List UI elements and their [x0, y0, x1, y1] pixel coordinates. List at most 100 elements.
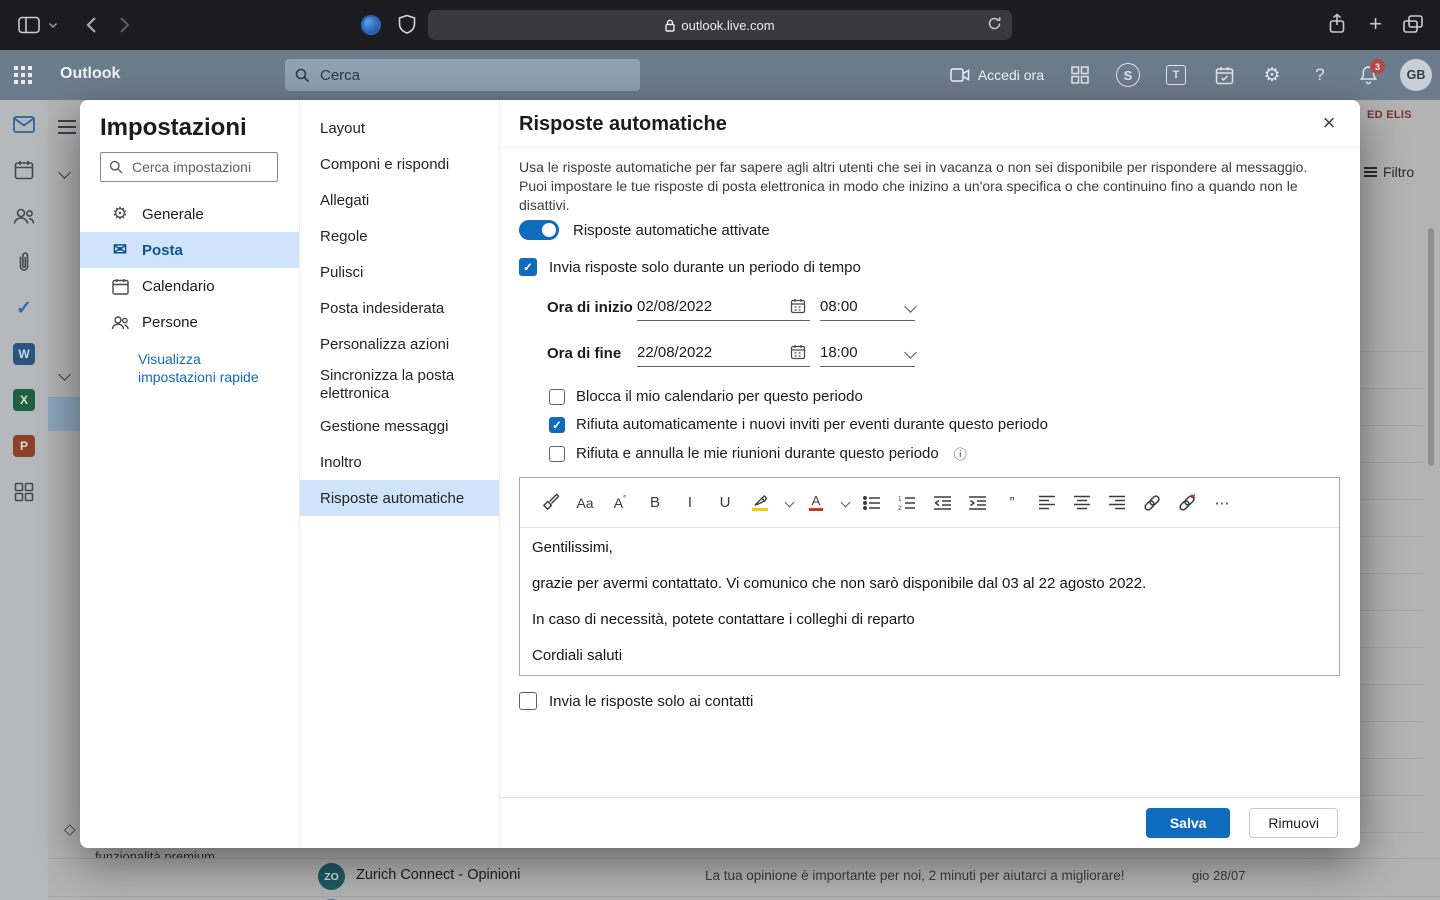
share-icon[interactable]	[1328, 13, 1346, 35]
teams-icon[interactable]: T	[1152, 50, 1200, 100]
powerpoint-icon[interactable]: P	[12, 434, 36, 458]
calendar-check-icon[interactable]	[1200, 50, 1248, 100]
start-date-field[interactable]: 02/08/2022	[637, 292, 810, 321]
section-gestione[interactable]: Gestione messaggi	[300, 408, 499, 444]
sidebar-toggle-icon[interactable]	[18, 16, 40, 34]
font-size-icon[interactable]: A°	[608, 490, 632, 516]
folder-expand-icon-2[interactable]	[58, 368, 71, 381]
cancel-meetings-checkbox[interactable]	[549, 446, 565, 462]
global-search[interactable]	[285, 59, 640, 91]
editor-body[interactable]: Gentilissimi, grazie per avermi contatta…	[520, 528, 1339, 664]
highlight-icon[interactable]	[748, 490, 772, 516]
calendar-icon[interactable]	[12, 158, 36, 182]
highlight-dropdown-icon[interactable]	[783, 490, 795, 516]
align-right-icon[interactable]	[1105, 490, 1129, 516]
url-bar[interactable]: outlook.live.com	[428, 10, 1012, 40]
new-tab-icon[interactable]: +	[1369, 13, 1382, 35]
section-sincronizza[interactable]: Sincronizza la posta elettronica	[300, 362, 499, 408]
app-launcher-icon[interactable]	[14, 66, 32, 84]
help-icon[interactable]: ?	[1296, 50, 1344, 100]
word-icon[interactable]: W	[12, 342, 36, 366]
section-regole[interactable]: Regole	[300, 218, 499, 254]
section-pulisci[interactable]: Pulisci	[300, 254, 499, 290]
format-painter-icon[interactable]	[538, 490, 562, 516]
section-componi[interactable]: Componi e rispondi	[300, 146, 499, 182]
apps-grid-icon[interactable]	[1056, 50, 1104, 100]
end-date-value: 22/08/2022	[637, 344, 790, 361]
todo-icon[interactable]: ✓	[12, 296, 36, 320]
section-layout[interactable]: Layout	[300, 110, 499, 146]
end-date-field[interactable]: 22/08/2022	[637, 338, 810, 367]
people-icon[interactable]	[12, 204, 36, 228]
end-time-field[interactable]: 18:00	[820, 338, 915, 367]
account-avatar[interactable]: GB	[1392, 50, 1440, 100]
more-apps-icon[interactable]	[12, 480, 36, 504]
tabs-overview-icon[interactable]	[1402, 14, 1424, 34]
extension-icon[interactable]	[361, 15, 381, 35]
link-icon[interactable]	[1140, 490, 1164, 516]
period-checkbox[interactable]: ✓	[519, 258, 537, 276]
attachments-icon[interactable]	[12, 250, 36, 274]
outdent-icon[interactable]	[930, 490, 954, 516]
italic-icon[interactable]: I	[678, 490, 702, 516]
nav-label: Persone	[142, 314, 198, 331]
start-time-field[interactable]: 08:00	[820, 292, 915, 321]
settings-left-panel: Impostazioni ⚙ Generale ✉ Posta	[80, 100, 300, 848]
nav-item-persone[interactable]: Persone	[80, 304, 299, 340]
section-risposte-automatiche[interactable]: Risposte automatiche	[300, 480, 499, 516]
align-center-icon[interactable]	[1070, 490, 1094, 516]
font-color-dropdown-icon[interactable]	[839, 490, 851, 516]
section-personalizza[interactable]: Personalizza azioni	[300, 326, 499, 362]
underline-icon[interactable]: U	[713, 490, 737, 516]
quick-settings-link[interactable]: Visualizza impostazioni rapide	[138, 350, 280, 386]
align-left-icon[interactable]	[1035, 490, 1059, 516]
svg-text:2: 2	[898, 505, 902, 511]
autoreply-toggle[interactable]	[519, 220, 559, 240]
nav-item-posta[interactable]: ✉ Posta	[80, 232, 299, 268]
meet-now-label: Accedi ora	[978, 67, 1044, 83]
indent-icon[interactable]	[965, 490, 989, 516]
notifications-bell-icon[interactable]: 3	[1344, 50, 1392, 100]
reply-editor[interactable]: Aa A° B I U A	[519, 477, 1340, 676]
mail-icon[interactable]	[12, 112, 36, 136]
more-options-icon[interactable]: ⋯	[1210, 490, 1234, 516]
folder-pane-strip	[48, 100, 80, 858]
reload-icon[interactable]	[987, 16, 1002, 31]
section-posta-indesiderata[interactable]: Posta indesiderata	[300, 290, 499, 326]
save-button[interactable]: Salva	[1146, 808, 1231, 838]
email-sender[interactable]: Zurich Connect - Opinioni	[356, 867, 520, 883]
bold-icon[interactable]: B	[643, 490, 667, 516]
font-color-icon[interactable]: A	[804, 490, 828, 516]
list-scrollbar[interactable]	[1428, 228, 1434, 466]
numbered-list-icon[interactable]: 12	[895, 490, 919, 516]
section-allegati[interactable]: Allegati	[300, 182, 499, 218]
forward-icon[interactable]	[118, 15, 132, 35]
toolbar-chevron-down-icon[interactable]	[48, 22, 58, 29]
decline-invites-checkbox[interactable]: ✓	[549, 417, 565, 433]
contacts-only-checkbox[interactable]	[519, 692, 537, 710]
close-icon[interactable]: ×	[1314, 108, 1344, 138]
back-icon[interactable]	[84, 15, 98, 35]
remove-button[interactable]: Rimuovi	[1249, 808, 1338, 838]
meet-now-button[interactable]: Accedi ora	[938, 67, 1056, 83]
nav-item-calendario[interactable]: Calendario	[80, 268, 299, 304]
folder-expand-icon[interactable]	[58, 166, 71, 179]
skype-icon[interactable]: S	[1104, 50, 1152, 100]
settings-gear-icon[interactable]: ⚙	[1248, 50, 1296, 100]
font-family-icon[interactable]: Aa	[573, 490, 597, 516]
settings-search[interactable]	[100, 152, 278, 182]
folder-pane-toggle-icon[interactable]	[58, 116, 76, 138]
block-calendar-checkbox[interactable]	[549, 389, 565, 405]
filter-button[interactable]: Filtro	[1364, 164, 1414, 180]
global-search-input[interactable]	[318, 66, 630, 85]
privacy-shield-icon[interactable]	[398, 14, 416, 35]
unlink-icon[interactable]	[1175, 490, 1199, 516]
settings-search-input[interactable]	[130, 158, 269, 176]
nav-item-generale[interactable]: ⚙ Generale	[80, 196, 299, 232]
section-inoltro[interactable]: Inoltro	[300, 444, 499, 480]
bulleted-list-icon[interactable]	[860, 490, 884, 516]
panel-footer: Salva Rimuovi	[500, 797, 1360, 848]
excel-icon[interactable]: X	[12, 388, 36, 412]
camera-icon	[950, 68, 970, 82]
quote-icon[interactable]: ”	[1000, 490, 1024, 516]
